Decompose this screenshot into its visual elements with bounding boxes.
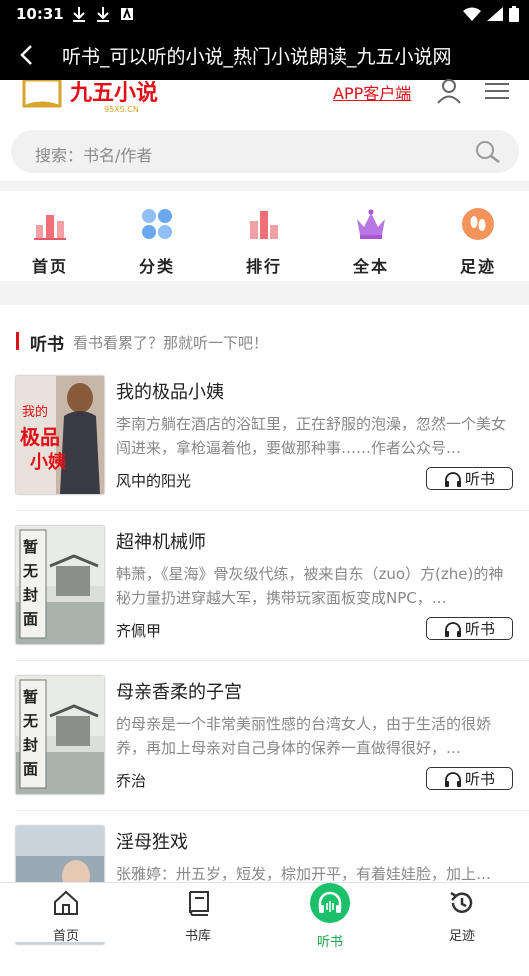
section-accent-bar (16, 332, 19, 350)
book-item[interactable]: 暂 无 封 面 母亲香柔的子宫 的母亲是一个非常美丽性感的台湾女人，由于生活的很… (0, 676, 529, 826)
status-bar: 10:31 (0, 0, 529, 30)
nav-label: 足迹 (459, 257, 496, 276)
tab-label: 首页 (52, 929, 79, 944)
svg-text:暂: 暂 (23, 538, 38, 556)
svg-text:封: 封 (23, 736, 38, 754)
book-description: 李南方躺在酒店的浴缸里，正在舒服的泡澡，忽然一个美女闯进来，拿枪逼着他，要做那种… (116, 415, 507, 457)
bottom-tab-bar: 首页 书库 听书 足迹 (0, 882, 529, 950)
ranking-icon (250, 211, 278, 239)
divider (16, 810, 529, 811)
user-icon[interactable] (436, 78, 462, 104)
search-icon[interactable] (475, 140, 501, 164)
page-title: 听书_可以听的小说_热门小说朗读_九五小说网 (62, 46, 452, 68)
search-placeholder: 搜索：书名/作者 (35, 146, 153, 165)
nav-item-category[interactable]: 分类 (117, 207, 197, 277)
download-icon (73, 7, 85, 22)
listen-label: 听书 (464, 470, 495, 488)
footprint-icon (462, 208, 494, 240)
back-arrow-icon[interactable] (14, 42, 40, 68)
book-item[interactable]: 我的 极品 小姨 我的极品小姨 李南方躺在酒店的浴缸里，正在舒服的泡澡，忽然一个… (0, 376, 529, 526)
tab-listen[interactable]: 听书 (290, 883, 370, 950)
svg-text:无: 无 (22, 712, 38, 730)
listen-button[interactable]: 听书 (426, 467, 513, 490)
bar-chart-icon (34, 215, 66, 240)
crown-icon (357, 209, 385, 239)
nav-label: 排行 (245, 257, 282, 276)
book-title[interactable]: 超神机械师 (116, 528, 206, 554)
site-logo[interactable]: 九五小说 95XS.CN (22, 80, 182, 114)
divider (16, 660, 529, 661)
book-cover[interactable]: 暂 无 封 面 (16, 676, 104, 794)
svg-text:面: 面 (23, 760, 38, 778)
headphones-icon (318, 891, 342, 913)
nav-label: 分类 (138, 257, 175, 276)
book-author: 齐佩甲 (116, 622, 162, 640)
svg-text:极品: 极品 (20, 425, 60, 449)
cover-title-top: 我的 (22, 404, 48, 420)
listen-button[interactable]: 听书 (426, 617, 513, 640)
svg-text:面: 面 (23, 610, 38, 628)
app-client-link[interactable]: APP客户端 (333, 80, 411, 104)
nav-item-home[interactable]: 首页 (10, 207, 90, 277)
divider (0, 281, 529, 305)
tab-label: 足迹 (448, 929, 475, 944)
tab-footprint[interactable]: 足迹 (422, 889, 502, 944)
listen-label: 听书 (464, 620, 495, 638)
signal-icon (487, 7, 503, 21)
book-item[interactable]: 暂 无 封 面 超神机械师 韩萧，《星海》骨灰级代练，被来自东（zuo）方(zh… (0, 526, 529, 676)
book-description: 韩萧，《星海》骨灰级代练，被来自东（zuo）方(zhe)的神秘力量扔进穿越大军，… (116, 565, 504, 607)
grid-dots-icon (142, 209, 172, 239)
book-cover[interactable]: 暂 无 封 面 (16, 526, 104, 644)
section-subtitle: 看书看累了？那就听一下吧！ (73, 334, 269, 352)
category-nav: 首页 分类 排行 全本 足迹 (0, 191, 529, 281)
book-cover[interactable]: 我的 极品 小姨 (16, 376, 104, 494)
headphones-icon (444, 621, 461, 637)
nav-label: 首页 (31, 257, 68, 276)
title-bar: 听书_可以听的小说_热门小说朗读_九五小说网 (0, 30, 529, 80)
nav-item-footprint[interactable]: 足迹 (438, 207, 518, 277)
svg-text:封: 封 (23, 586, 38, 604)
listen-label: 听书 (464, 770, 495, 788)
svg-text:九五小说: 九五小说 (69, 80, 158, 106)
menu-icon[interactable] (484, 82, 510, 100)
download-icon (97, 7, 109, 22)
battery-icon (509, 6, 519, 22)
divider (0, 181, 529, 191)
book-icon (189, 891, 209, 916)
status-time: 10:31 (16, 5, 64, 23)
history-icon (450, 891, 473, 913)
tab-label: 听书 (316, 935, 343, 950)
headphones-icon (444, 471, 461, 487)
nav-item-complete[interactable]: 全本 (331, 207, 411, 277)
svg-text:暂: 暂 (23, 688, 38, 706)
svg-text:95XS.CN: 95XS.CN (104, 105, 139, 114)
book-description: 的母亲是一个非常美丽性感的台湾女人，由于生活的很娇养，再加上母亲对自己身体的保养… (116, 715, 492, 757)
headphones-icon (444, 771, 461, 787)
svg-text:无: 无 (22, 562, 38, 580)
text-app-icon (121, 7, 133, 20)
search-input[interactable]: 搜索：书名/作者 (11, 130, 519, 173)
wifi-icon (463, 7, 481, 21)
tab-library[interactable]: 书库 (158, 889, 238, 944)
svg-text:小姨: 小姨 (30, 451, 67, 473)
book-title[interactable]: 母亲香柔的子宫 (116, 678, 242, 704)
divider (16, 510, 529, 511)
book-author: 乔治 (116, 772, 147, 790)
book-title[interactable]: 淫母狌戏 (116, 828, 188, 854)
book-author: 风中的阳光 (116, 472, 192, 490)
tab-home[interactable]: 首页 (26, 889, 106, 944)
nav-label: 全本 (352, 257, 389, 276)
site-header: 九五小说 95XS.CN APP客户端 (0, 78, 529, 116)
listen-button[interactable]: 听书 (426, 767, 513, 790)
tab-label: 书库 (184, 929, 211, 944)
book-title[interactable]: 我的极品小姨 (116, 378, 224, 404)
section-title: 听书 (30, 335, 64, 355)
home-icon (54, 890, 78, 915)
nav-item-ranking[interactable]: 排行 (224, 207, 304, 277)
